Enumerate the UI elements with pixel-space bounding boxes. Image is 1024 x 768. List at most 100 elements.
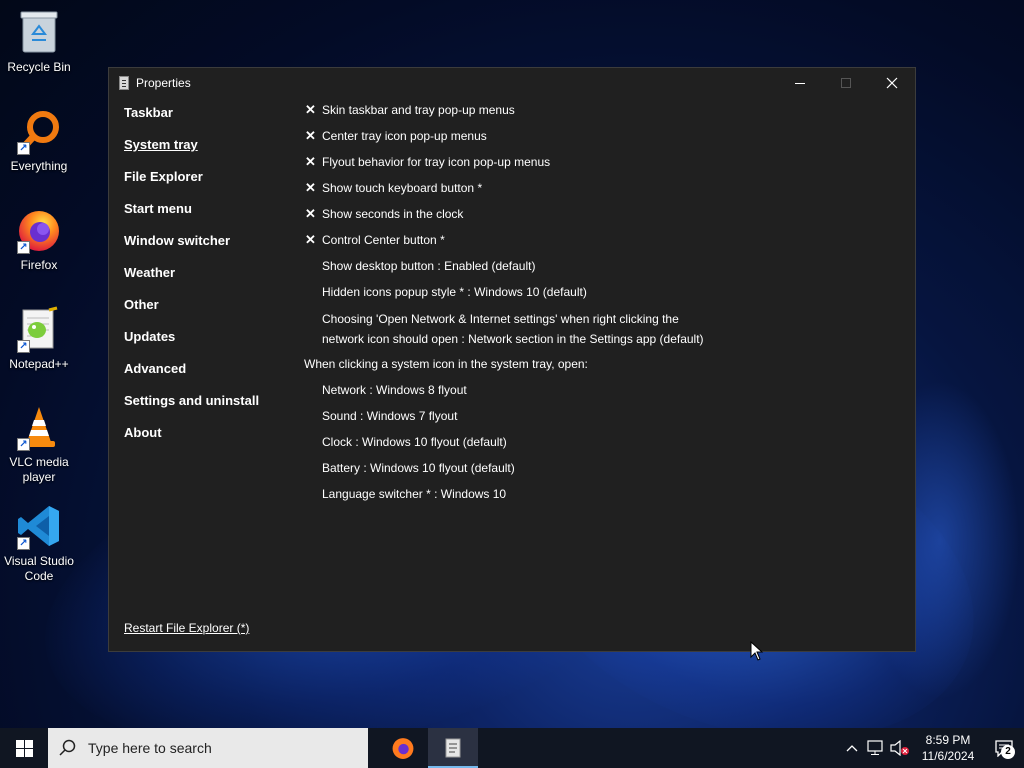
window-titlebar[interactable]: Properties bbox=[109, 68, 915, 98]
desktop-icon-vlc[interactable]: ↗ VLC media player bbox=[0, 403, 78, 485]
desktop-icon-label: Recycle Bin bbox=[7, 60, 71, 74]
option-label-line: Choosing 'Open Network & Internet settin… bbox=[322, 312, 679, 326]
option-label: Battery : Windows 10 flyout (default) bbox=[322, 461, 515, 475]
check-icon: ✕ bbox=[305, 102, 316, 117]
close-button[interactable] bbox=[869, 68, 915, 98]
desktop-icon-notepad-plus-plus[interactable]: ↗ Notepad++ bbox=[0, 305, 78, 372]
option-label: Show desktop button : Enabled (default) bbox=[322, 259, 536, 273]
nav-item-updates[interactable]: Updates bbox=[124, 327, 294, 359]
option-label: Language switcher * : Windows 10 bbox=[322, 487, 507, 501]
mouse-cursor-icon bbox=[750, 641, 764, 661]
option-clock-flyout[interactable]: Clock : Windows 10 flyout (default) bbox=[304, 433, 904, 459]
nav-item-system-tray[interactable]: System tray bbox=[124, 135, 294, 167]
option-hidden-icons-popup-style[interactable]: Hidden icons popup style * : Windows 10 … bbox=[304, 283, 904, 309]
taskbar-search-box[interactable]: Type here to search bbox=[48, 728, 368, 768]
option-label: Sound : Windows 7 flyout bbox=[322, 409, 458, 423]
desktop-icon-label: VLC media player bbox=[9, 455, 69, 484]
shortcut-arrow-icon: ↗ bbox=[17, 340, 30, 353]
minimize-button[interactable] bbox=[777, 68, 823, 98]
clock-time: 8:59 PM bbox=[925, 733, 971, 747]
check-icon: ✕ bbox=[305, 154, 316, 169]
desktop-icon-label: Visual Studio Code bbox=[4, 554, 74, 583]
notification-center-button[interactable]: 2 bbox=[984, 728, 1024, 768]
network-icon[interactable] bbox=[864, 728, 888, 768]
vscode-icon: ↗ bbox=[15, 502, 63, 550]
desktop-icon-firefox[interactable]: ↗ Firefox bbox=[0, 206, 78, 273]
nav-item-settings-and-uninstall[interactable]: Settings and uninstall bbox=[124, 391, 294, 423]
nav-item-label: Settings and uninstall bbox=[124, 393, 260, 408]
window-title: Properties bbox=[136, 76, 191, 90]
option-show-seconds[interactable]: ✕ Show seconds in the clock bbox=[304, 205, 904, 231]
option-label: Show seconds in the clock bbox=[322, 207, 464, 221]
taskbar-app-firefox[interactable] bbox=[378, 728, 428, 768]
nav-item-taskbar[interactable]: Taskbar bbox=[124, 103, 294, 135]
nav-item-label: Updates bbox=[124, 329, 176, 344]
nav-item-other[interactable]: Other bbox=[124, 295, 294, 327]
check-icon: ✕ bbox=[305, 232, 316, 247]
desktop-icon-everything[interactable]: ↗ Everything bbox=[0, 107, 78, 174]
option-label: Control Center button * bbox=[322, 233, 445, 247]
option-control-center-button[interactable]: ✕ Control Center button * bbox=[304, 231, 904, 257]
nav-item-label: About bbox=[124, 425, 162, 440]
option-network-flyout[interactable]: Network : Windows 8 flyout bbox=[304, 381, 904, 407]
nav-item-about[interactable]: About bbox=[124, 423, 294, 455]
option-label: Flyout behavior for tray icon pop-up men… bbox=[322, 155, 551, 169]
nav-item-label: Advanced bbox=[124, 361, 187, 376]
option-touch-keyboard-button[interactable]: ✕ Show touch keyboard button * bbox=[304, 179, 904, 205]
check-icon: ✕ bbox=[305, 180, 316, 195]
option-battery-flyout[interactable]: Battery : Windows 10 flyout (default) bbox=[304, 459, 904, 485]
firefox-icon bbox=[392, 738, 414, 759]
shortcut-arrow-icon: ↗ bbox=[17, 438, 30, 451]
volume-muted-icon[interactable] bbox=[888, 728, 912, 768]
taskbar-clock[interactable]: 8:59 PM 11/6/2024 bbox=[912, 732, 984, 764]
windows-logo-icon bbox=[15, 739, 33, 757]
maximize-icon bbox=[841, 78, 851, 88]
properties-window: Properties Taskbar System tray File Expl… bbox=[108, 67, 916, 652]
search-icon bbox=[48, 739, 88, 757]
shortcut-arrow-icon: ↗ bbox=[17, 142, 30, 155]
recycle-bin-icon bbox=[15, 8, 63, 56]
option-label-line: network icon should open : Network secti… bbox=[322, 332, 704, 346]
option-network-settings-target[interactable]: Choosing 'Open Network & Internet settin… bbox=[304, 309, 904, 355]
check-icon: ✕ bbox=[305, 128, 316, 143]
desktop-icon-vscode[interactable]: ↗ Visual Studio Code bbox=[0, 502, 78, 584]
option-language-switcher[interactable]: Language switcher * : Windows 10 bbox=[304, 485, 904, 511]
option-flyout-behavior[interactable]: ✕ Flyout behavior for tray icon pop-up me… bbox=[304, 153, 904, 179]
nav-item-file-explorer[interactable]: File Explorer bbox=[124, 167, 294, 199]
properties-app-icon bbox=[445, 738, 461, 758]
section-heading: When clicking a system icon in the syste… bbox=[304, 357, 588, 371]
option-center-tray-menus[interactable]: ✕ Center tray icon pop-up menus bbox=[304, 127, 904, 153]
system-tray-options: ✕ Skin taskbar and tray pop-up menus ✕ Cen… bbox=[304, 101, 904, 511]
nav-item-weather[interactable]: Weather bbox=[124, 263, 294, 295]
nav-item-window-switcher[interactable]: Window switcher bbox=[124, 231, 294, 263]
nav-item-label: Window switcher bbox=[124, 233, 231, 248]
desktop-icon-label: Firefox bbox=[20, 258, 58, 272]
nav-item-advanced[interactable]: Advanced bbox=[124, 359, 294, 391]
nav-item-label: Weather bbox=[124, 265, 176, 280]
nav-item-label: Start menu bbox=[124, 201, 192, 216]
restart-file-explorer-link[interactable]: Restart File Explorer (*) bbox=[124, 621, 249, 635]
option-label: Network : Windows 8 flyout bbox=[322, 383, 467, 397]
show-hidden-icons-chevron-icon[interactable] bbox=[840, 728, 864, 768]
maximize-button bbox=[823, 68, 869, 98]
option-show-desktop-button[interactable]: Show desktop button : Enabled (default) bbox=[304, 257, 904, 283]
taskbar-app-properties[interactable] bbox=[428, 728, 478, 768]
search-placeholder: Type here to search bbox=[88, 740, 212, 756]
option-label: Skin taskbar and tray pop-up menus bbox=[322, 103, 515, 117]
option-sound-flyout[interactable]: Sound : Windows 7 flyout bbox=[304, 407, 904, 433]
nav-item-start-menu[interactable]: Start menu bbox=[124, 199, 294, 231]
nav-item-label: System tray bbox=[124, 137, 198, 152]
option-label: Show touch keyboard button * bbox=[322, 181, 483, 195]
properties-app-icon bbox=[119, 76, 129, 90]
window-controls bbox=[777, 68, 915, 98]
notepad-plus-plus-icon: ↗ bbox=[15, 305, 63, 353]
option-skin-tray-menus[interactable]: ✕ Skin taskbar and tray pop-up menus bbox=[304, 101, 904, 127]
desktop-icon-recycle-bin[interactable]: Recycle Bin bbox=[0, 8, 78, 75]
start-button[interactable] bbox=[0, 728, 48, 768]
notification-count-badge: 2 bbox=[1001, 745, 1015, 759]
close-icon bbox=[886, 77, 898, 89]
taskbar: Type here to search 8:59 PM 11/6/2024 2 bbox=[0, 728, 1024, 768]
vlc-cone-icon: ↗ bbox=[15, 403, 63, 451]
settings-nav: Taskbar System tray File Explorer Start … bbox=[124, 103, 294, 455]
shortcut-arrow-icon: ↗ bbox=[17, 241, 30, 254]
